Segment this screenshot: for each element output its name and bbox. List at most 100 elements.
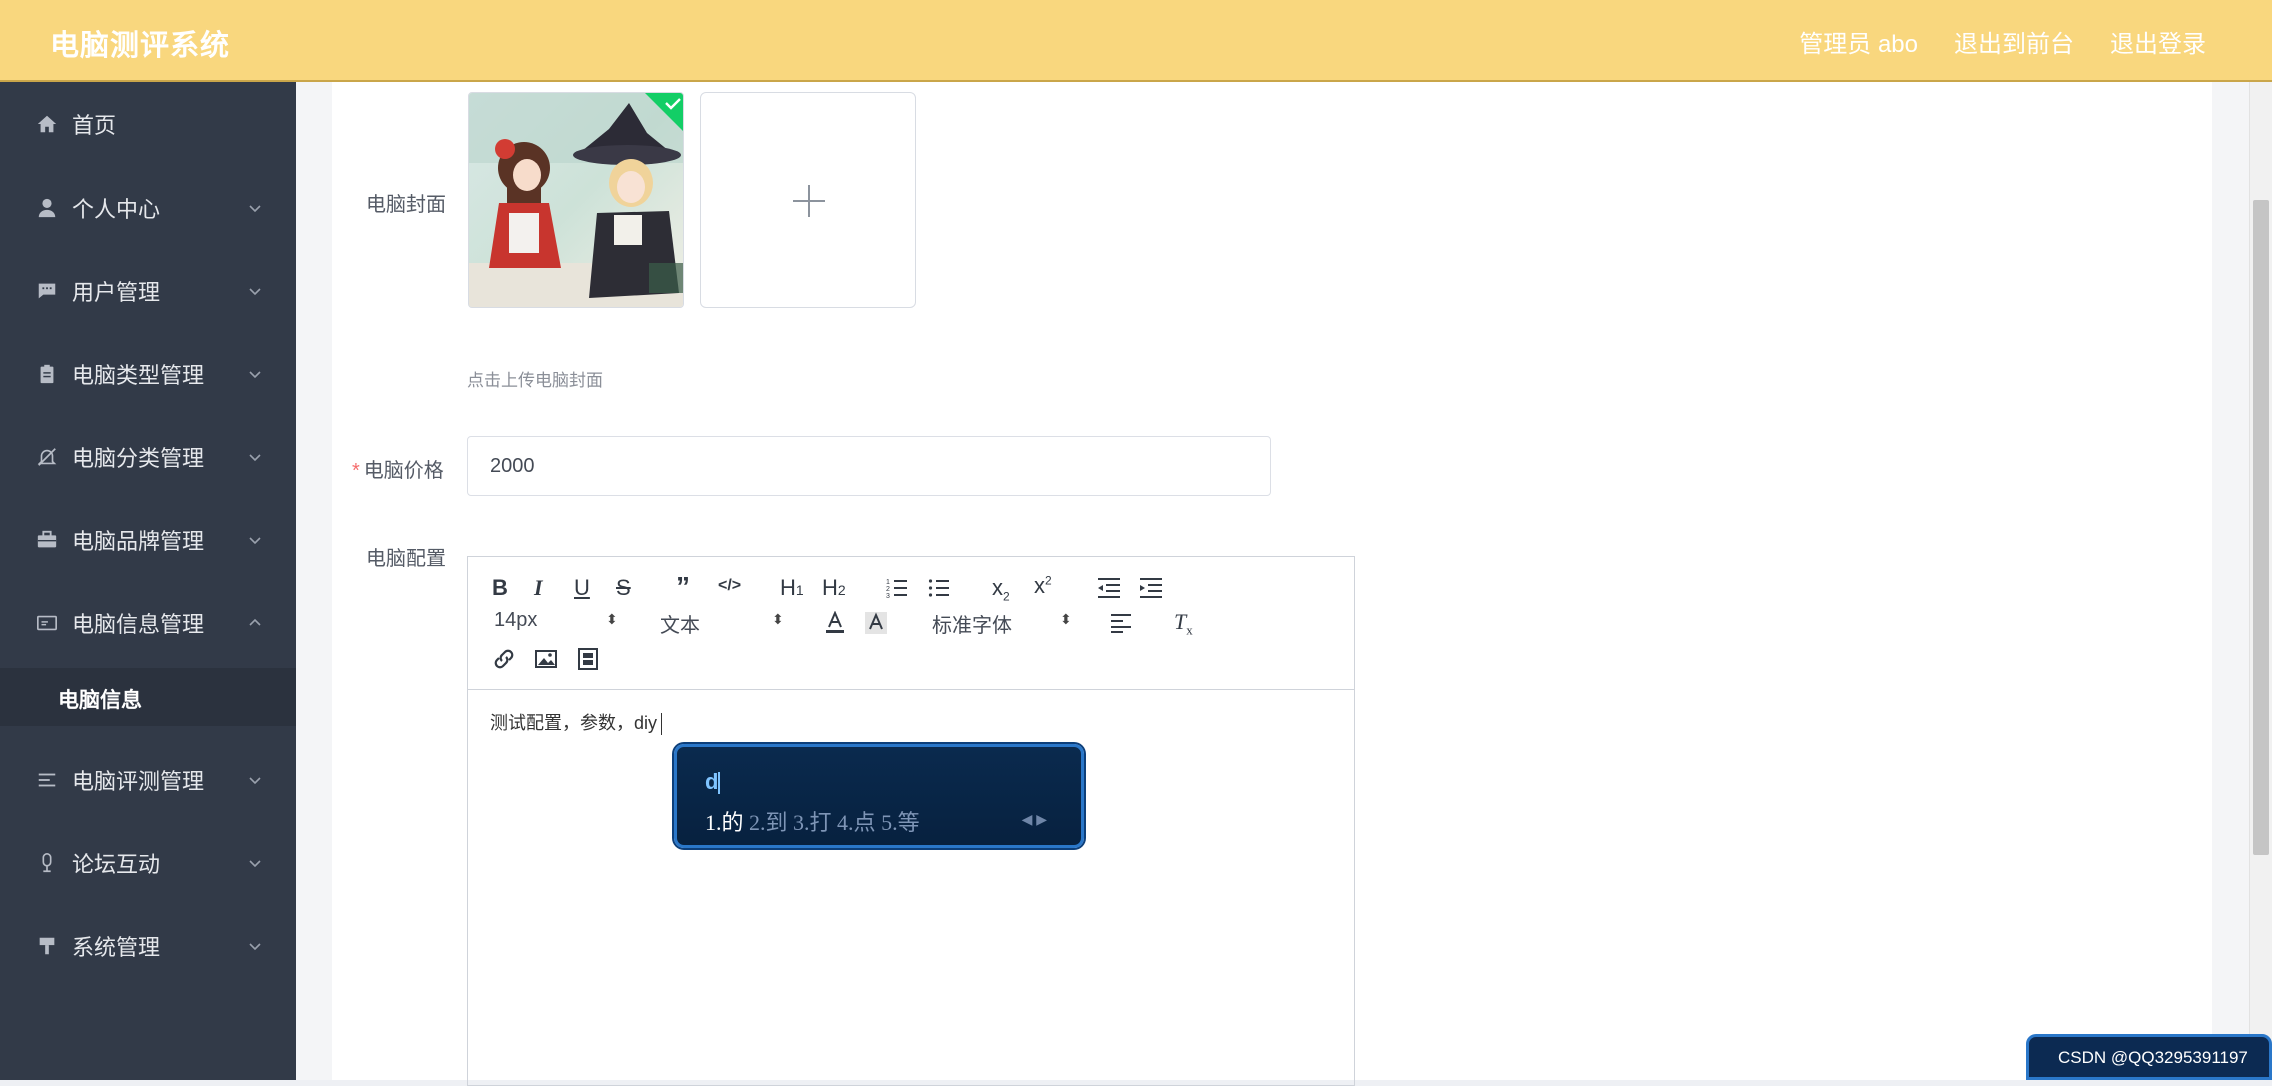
select-caret-icon: ⬍ — [772, 611, 784, 627]
chat-icon — [34, 278, 60, 304]
italic-button[interactable]: I — [534, 575, 543, 601]
admin-user-link[interactable]: 管理员 abo — [1799, 24, 1918, 59]
video-icon[interactable] — [576, 647, 600, 671]
font-size-select[interactable]: 14px ⬍ — [494, 609, 618, 632]
sidebar-item-label: 电脑分类管理 — [72, 446, 205, 471]
ime-candidate[interactable]: 4.点 — [837, 810, 876, 835]
link-icon[interactable] — [492, 647, 516, 671]
sidebar-item-home[interactable]: 首页 — [0, 94, 296, 154]
microphone-icon — [34, 850, 60, 876]
image-icon[interactable] — [534, 647, 558, 671]
bullet-list-icon[interactable] — [928, 577, 950, 599]
exit-to-frontend-link[interactable]: 退出到前台 — [1954, 24, 2074, 59]
sidebar-item-personal-center[interactable]: 个人中心 — [0, 178, 296, 238]
sidebar-subitem-label: 电脑信息 — [58, 689, 142, 712]
ime-page-arrows-icon[interactable]: ◀ ▶ — [1022, 811, 1047, 828]
subscript-button[interactable]: x2 — [992, 575, 1010, 603]
clipboard-icon — [34, 361, 60, 387]
blockquote-button[interactable]: ” — [676, 571, 690, 603]
home-icon — [34, 111, 60, 137]
outdent-icon[interactable] — [1096, 577, 1120, 599]
list-icon — [34, 767, 60, 793]
sidebar-item-label: 个人中心 — [72, 197, 161, 222]
ime-candidate[interactable]: 3.打 — [793, 810, 832, 835]
sidebar-subitem-computer-info[interactable]: 电脑信息 — [0, 668, 296, 726]
upload-cover-button[interactable] — [700, 92, 916, 308]
config-label: 电脑配置 — [366, 548, 446, 570]
sidebar-item-type-management[interactable]: 电脑类型管理 — [0, 344, 296, 404]
ime-candidate[interactable]: 5.等 — [881, 810, 920, 835]
anime-cover-image — [469, 93, 683, 307]
price-label-text: 电脑价格 — [363, 460, 444, 482]
ordered-list-icon[interactable]: 123 — [886, 577, 908, 599]
sidebar-item-label: 论坛互动 — [72, 852, 161, 877]
sidebar-item-label: 用户管理 — [72, 280, 161, 305]
plus-icon — [793, 185, 825, 217]
sidebar-item-category-management[interactable]: 电脑分类管理 — [0, 427, 296, 487]
chevron-down-icon — [249, 205, 261, 213]
top-header: 电脑测评系统 管理员 abo 退出到前台 退出登录 — [0, 0, 2272, 82]
sidebar-item-label: 首页 — [72, 113, 117, 138]
chevron-down-icon — [249, 943, 261, 951]
user-icon — [34, 195, 60, 221]
svg-text:2: 2 — [886, 586, 890, 593]
price-label: * 电脑价格 — [352, 454, 444, 483]
price-input[interactable] — [467, 436, 1271, 496]
bold-button[interactable]: B — [492, 575, 508, 601]
heading1-button[interactable]: H1 — [780, 575, 804, 601]
underline-button[interactable]: U — [574, 575, 590, 601]
align-icon[interactable] — [1110, 613, 1132, 633]
font-family-select[interactable]: 标准字体 ⬍ — [932, 609, 1072, 638]
editor-text: 测试配置，参数，diy — [490, 713, 658, 733]
select-caret-icon: ⬍ — [1060, 611, 1072, 627]
sidebar-item-info-management[interactable]: 电脑信息管理 — [0, 593, 296, 653]
chevron-down-icon — [249, 860, 261, 868]
chevron-up-icon — [249, 618, 261, 626]
indent-icon[interactable] — [1138, 577, 1162, 599]
briefcase-icon — [34, 527, 60, 553]
text-style-select[interactable]: 文本 ⬍ — [660, 609, 784, 638]
strikethrough-button[interactable]: S — [616, 575, 631, 601]
code-block-button[interactable]: </> — [718, 577, 741, 595]
page-scrollbar[interactable] — [2249, 82, 2272, 1080]
ime-candidate[interactable]: 1.的 — [705, 810, 744, 835]
chevron-down-icon — [249, 371, 261, 379]
ime-candidate-list: 1.的 2.到 3.打 4.点 5.等 — [705, 805, 920, 837]
sidebar-item-label: 电脑信息管理 — [72, 612, 205, 637]
sidebar-item-system-management[interactable]: 系统管理 — [0, 916, 296, 976]
sidebar-item-review-management[interactable]: 电脑评测管理 — [0, 750, 296, 810]
clear-format-button[interactable]: Tx — [1174, 609, 1193, 638]
heading2-button[interactable]: H2 — [822, 575, 846, 601]
sidebar-item-label: 电脑评测管理 — [72, 769, 205, 794]
svg-text:3: 3 — [886, 593, 890, 599]
sidebar: 首页 个人中心 用户管理 电脑类型管理 电脑分类管理 电脑品牌管理 电脑信息管理… — [0, 82, 296, 1080]
background-color-icon[interactable] — [864, 611, 888, 635]
sidebar-item-brand-management[interactable]: 电脑品牌管理 — [0, 510, 296, 570]
id-card-icon — [34, 610, 60, 636]
chevron-down-icon — [249, 288, 261, 296]
logout-link[interactable]: 退出登录 — [2110, 24, 2206, 59]
header-links: 管理员 abo 退出到前台 退出登录 — [1799, 24, 2206, 59]
chevron-down-icon — [249, 454, 261, 462]
scrollbar-thumb[interactable] — [2253, 200, 2269, 855]
superscript-button[interactable]: x2 — [1034, 573, 1052, 599]
ime-candidate[interactable]: 2.到 — [749, 810, 788, 835]
font-color-icon[interactable] — [824, 611, 846, 635]
upload-tip: 点击上传电脑封面 — [467, 371, 603, 390]
text-style-value: 文本 — [660, 615, 700, 637]
text-cursor — [661, 713, 663, 736]
app-title: 电脑测评系统 — [50, 30, 231, 62]
chevron-down-icon — [249, 537, 261, 545]
cover-thumbnail[interactable] — [468, 92, 684, 308]
editor-toolbar: B I U S ” </> H1 H2 123 x2 x2 14px ⬍ 文本 … — [468, 557, 1354, 690]
select-caret-icon: ⬍ — [606, 611, 618, 627]
sidebar-item-label: 电脑品牌管理 — [72, 529, 205, 554]
sidebar-item-user-management[interactable]: 用户管理 — [0, 261, 296, 321]
watermark: CSDN @QQ3295391197 — [2058, 1048, 2248, 1067]
font-size-value: 14px — [494, 609, 538, 631]
editor-content[interactable]: 测试配置，参数，diy — [490, 709, 663, 736]
sidebar-item-forum[interactable]: 论坛互动 — [0, 833, 296, 893]
sidebar-item-label: 系统管理 — [72, 935, 161, 960]
svg-text:1: 1 — [886, 579, 890, 586]
ime-composition: d — [705, 769, 721, 795]
